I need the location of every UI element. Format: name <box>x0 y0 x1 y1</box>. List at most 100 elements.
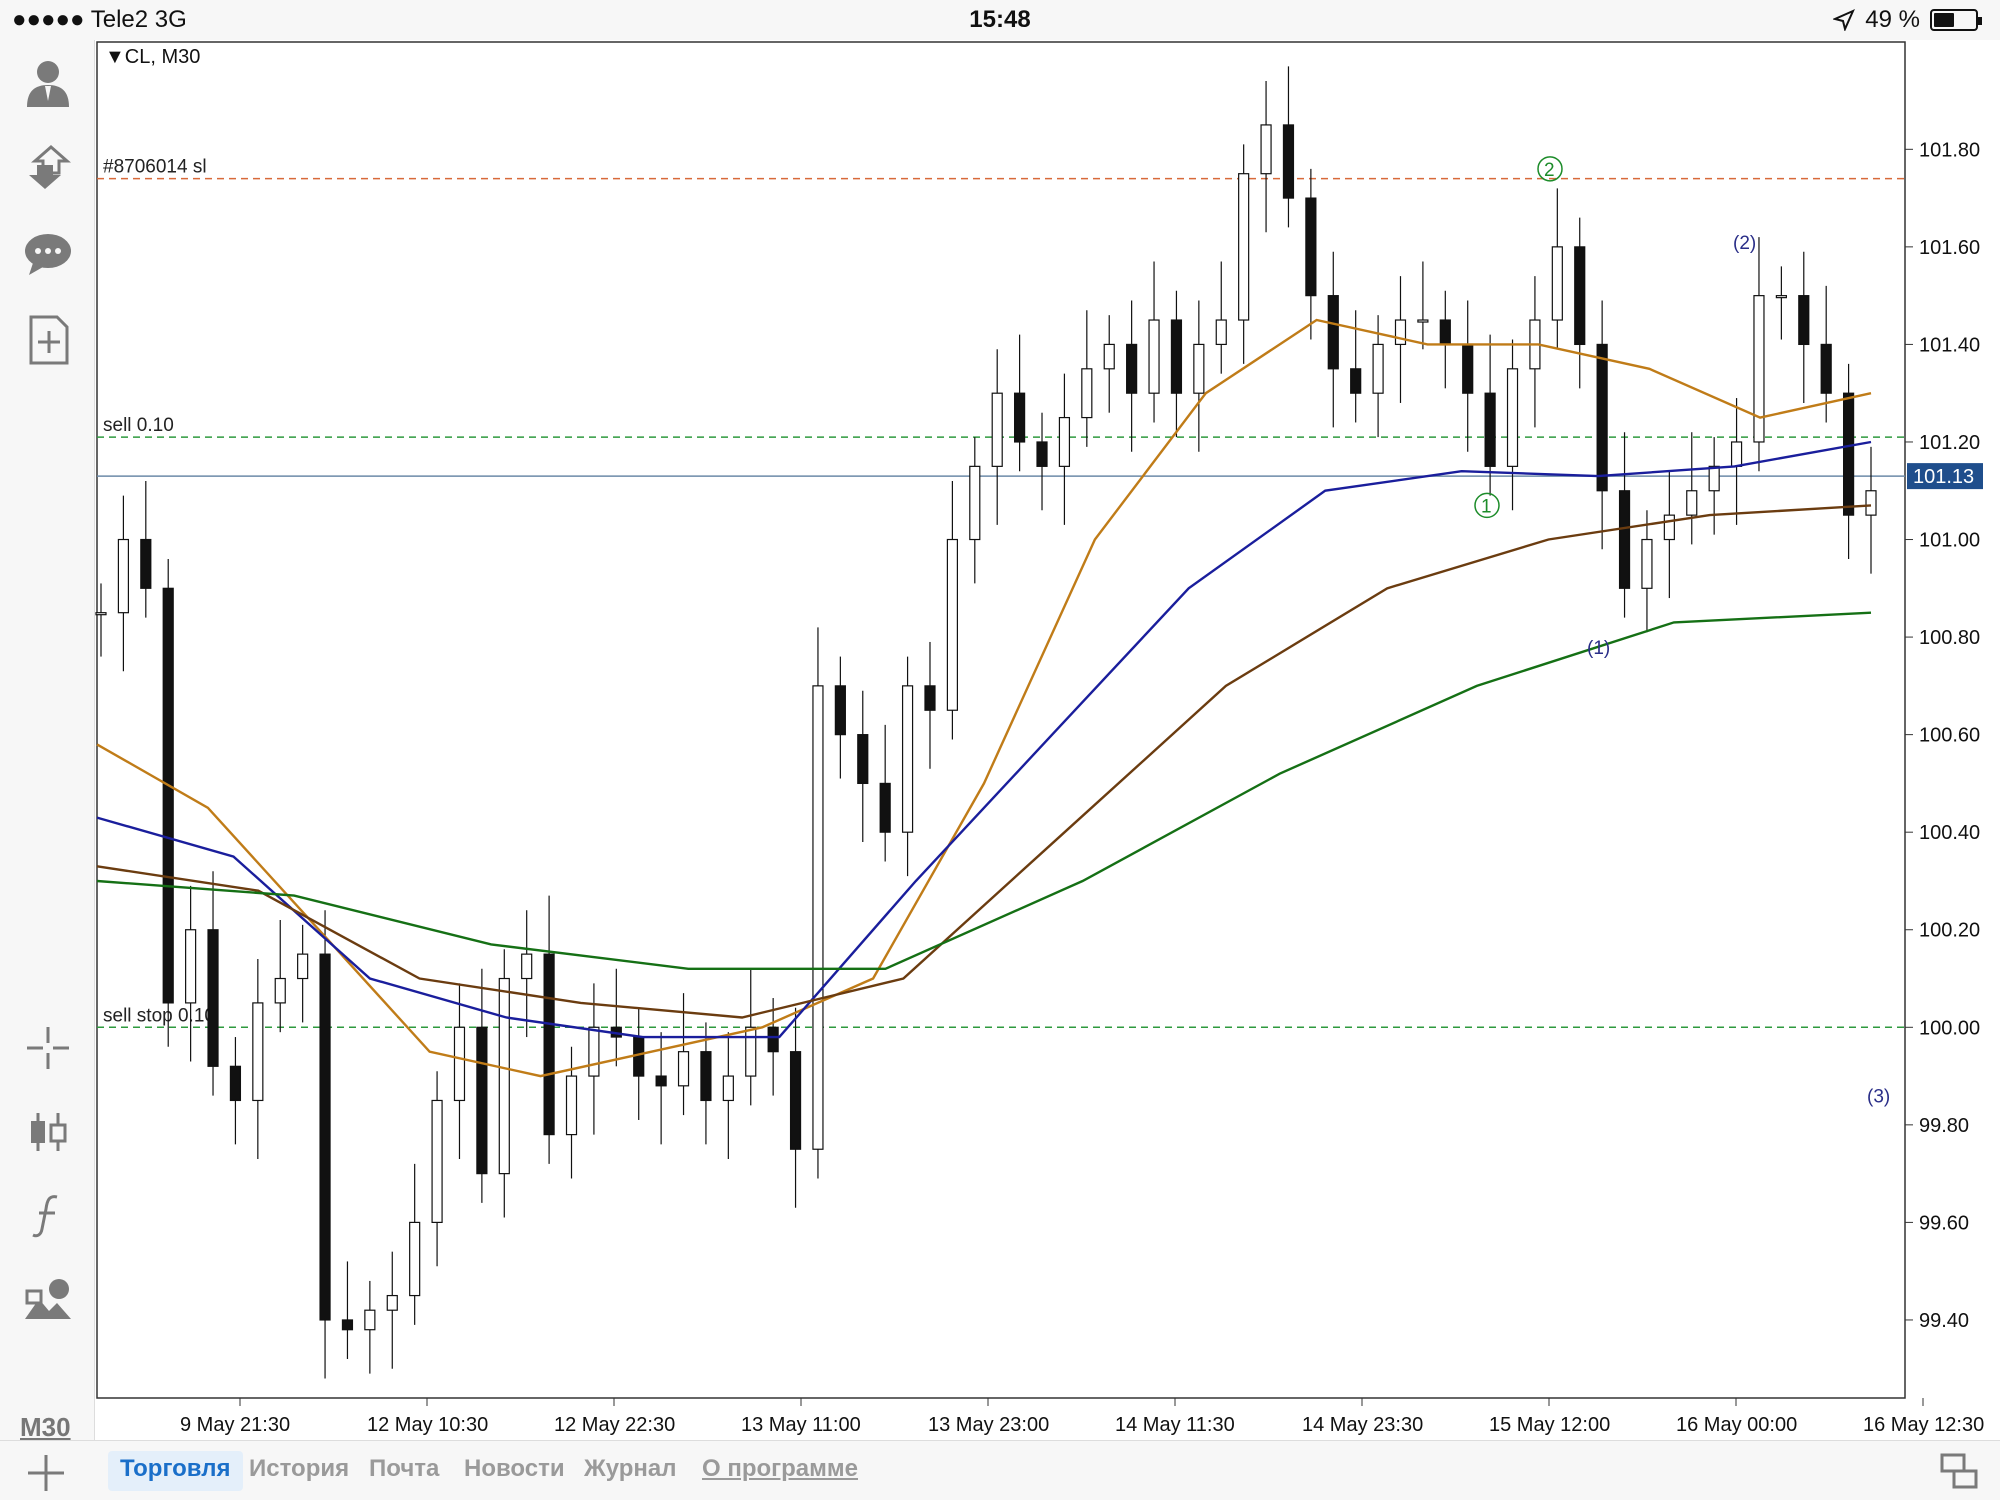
candle-body <box>1462 343 1474 394</box>
candle-body <box>1350 368 1362 394</box>
chat-icon[interactable] <box>18 224 78 284</box>
candle-body <box>543 953 555 1136</box>
candle-body <box>1551 246 1563 321</box>
candle-body <box>924 685 936 711</box>
candle-body <box>162 587 174 1004</box>
candle-body <box>1820 343 1832 394</box>
wave-marker-label: (3) <box>1867 1087 1890 1108</box>
candle-body <box>633 1036 645 1077</box>
location-arrow-icon <box>1833 9 1856 31</box>
candle-body <box>1081 368 1093 419</box>
account-icon[interactable] <box>18 52 78 112</box>
candle-body <box>1663 514 1675 541</box>
y-tick-label: 101.60 <box>1919 237 1980 259</box>
add-icon[interactable] <box>22 1449 70 1497</box>
wave-marker-label: (2) <box>1733 233 1756 254</box>
tab-mail[interactable]: Почта <box>357 1451 451 1491</box>
wave-marker-label: (1) <box>1587 638 1610 659</box>
trade-level-label: #8706014 sl <box>103 157 207 178</box>
chart-canvas[interactable]: 101.80 101.60 101.40 101.20 101.00 100.80 100.… <box>95 40 2000 1440</box>
y-tick-label: 101.00 <box>1919 530 1980 552</box>
candle-body <box>431 1099 443 1224</box>
candle-body <box>140 538 152 589</box>
objects-icon[interactable] <box>18 1270 78 1330</box>
candle-body <box>588 1026 600 1077</box>
x-tick-label: 13 May 11:00 <box>741 1414 861 1436</box>
candle-body <box>252 1002 264 1102</box>
candle-body <box>1506 368 1519 467</box>
tab-history[interactable]: История <box>237 1451 361 1491</box>
candle-body <box>1103 343 1115 370</box>
candlestick-icon[interactable] <box>18 1102 78 1162</box>
candle-body <box>700 1051 712 1102</box>
y-tick-label: 100.00 <box>1919 1017 1980 1039</box>
candle-body <box>274 977 286 1004</box>
candle-body <box>1730 441 1743 467</box>
function-icon[interactable] <box>18 1186 78 1246</box>
candle-body <box>409 1221 421 1297</box>
candle-body <box>1484 392 1496 467</box>
candle-body <box>969 465 981 541</box>
candle-body <box>95 612 107 616</box>
candle-body <box>565 1075 578 1136</box>
x-tick-label: 9 May 21:30 <box>180 1414 290 1436</box>
trade-arrows-icon[interactable] <box>18 138 78 198</box>
x-tick-label: 14 May 11:30 <box>1115 1414 1235 1436</box>
candle-body <box>1372 343 1384 394</box>
candle-body <box>297 953 309 980</box>
candle-body <box>1641 538 1653 589</box>
bottom-tab-bar: Торговля История Почта Новости Журнал О … <box>0 1440 2000 1500</box>
candle-body <box>1775 295 1787 299</box>
candle-body <box>229 1065 242 1102</box>
candle-body <box>901 685 914 833</box>
price-chart[interactable]: 101.80 101.60 101.40 101.20 101.00 100.80 100.… <box>95 40 2000 1440</box>
candle-body <box>1126 343 1138 394</box>
x-tick-label: 14 May 23:30 <box>1302 1414 1423 1436</box>
candle-body <box>1058 416 1071 467</box>
status-right: 49 % <box>1833 6 1982 34</box>
crosshair-icon[interactable] <box>18 1018 78 1078</box>
tab-trade[interactable]: Торговля <box>108 1451 243 1491</box>
x-tick-label: 16 May 00:00 <box>1676 1414 1797 1436</box>
current-price-label: 101.13 <box>1913 466 1974 488</box>
x-tick-label: 15 May 12:00 <box>1489 1414 1610 1436</box>
candle-body <box>812 685 824 1150</box>
candle-body <box>1193 343 1205 394</box>
tab-about[interactable]: О программе <box>690 1451 870 1491</box>
tab-news[interactable]: Новости <box>452 1451 577 1491</box>
x-tick-label: 13 May 23:00 <box>928 1414 1049 1436</box>
candle-body <box>1798 295 1810 346</box>
y-tick-label: 101.40 <box>1919 334 1980 356</box>
wave-marker-label: 1 <box>1481 496 1492 517</box>
candle-body <box>1686 490 1698 516</box>
x-tick-label: 16 May 12:30 <box>1863 1414 1984 1436</box>
moving-average-line <box>96 504 1872 1019</box>
status-bar: ●●●●● Tele2 3G 15:48 49 % <box>0 0 2000 40</box>
candle-body <box>476 1026 488 1175</box>
add-document-icon[interactable] <box>18 310 78 370</box>
y-tick-label: 99.40 <box>1919 1310 1969 1332</box>
tab-journal[interactable]: Журнал <box>572 1451 688 1491</box>
candle-body <box>857 734 869 785</box>
trade-level-label: sell 0.10 <box>103 415 174 436</box>
candle-body <box>1394 319 1407 346</box>
timeframe-button[interactable]: M30 <box>20 1412 71 1443</box>
candle-body <box>1305 197 1317 297</box>
candle-body <box>1282 124 1295 199</box>
battery-percent: 49 % <box>1865 6 1920 33</box>
candle-body <box>1708 465 1720 492</box>
candle-body <box>185 929 197 1004</box>
candle-body <box>879 782 891 833</box>
plot-frame <box>96 41 1906 1399</box>
battery-icon <box>1930 9 1982 31</box>
candle-body <box>677 1051 690 1087</box>
y-tick-label: 99.80 <box>1919 1115 1969 1137</box>
candle-body <box>1842 392 1855 516</box>
left-toolbar: M30 <box>0 40 95 1443</box>
candle-body <box>834 685 846 736</box>
y-tick-label: 101.20 <box>1919 432 1980 454</box>
window-layout-icon[interactable] <box>1938 1451 1980 1491</box>
chart-symbol-title: ▼CL, M30 <box>105 46 201 68</box>
y-tick-label: 100.40 <box>1919 822 1980 844</box>
wave-marker-label: 2 <box>1544 160 1555 181</box>
